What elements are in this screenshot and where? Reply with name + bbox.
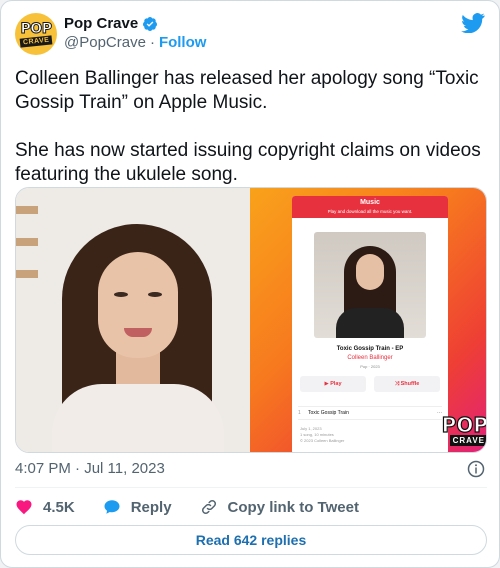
avatar-text-top: POP — [20, 21, 52, 37]
author-handle[interactable]: @PopCrave — [64, 34, 146, 51]
tweet-paragraph-1: Colleen Ballinger has released her apolo… — [15, 68, 479, 113]
portrait-top — [52, 384, 224, 452]
album-genre-year: Pop · 2023 — [360, 364, 380, 369]
reply-label: Reply — [130, 498, 172, 516]
apple-music-banner: Music Play and download all the music yo… — [292, 196, 448, 218]
author-handle-row: @PopCrave · Follow — [64, 34, 206, 51]
stair-decoration — [16, 206, 38, 214]
pop-crave-watermark: POP CRAVE — [441, 413, 487, 446]
verified-badge-icon — [143, 16, 158, 31]
watermark-text-top: POP — [441, 413, 487, 437]
album-art-body — [336, 308, 404, 338]
like-count: 4.5K — [43, 498, 75, 516]
album-title: Toxic Gossip Train - EP — [336, 346, 404, 352]
track-title: Toxic Gossip Train — [308, 410, 349, 416]
read-replies-button[interactable]: Read 642 replies — [15, 525, 487, 555]
avatar-text-bottom: CRAVE — [19, 35, 53, 48]
twitter-bird-icon[interactable] — [461, 13, 485, 33]
album-art-face — [356, 254, 384, 290]
copy-link-button[interactable]: Copy link to Tweet — [200, 498, 359, 516]
portrait-face — [98, 252, 178, 358]
author-name-row: Pop Crave — [64, 15, 158, 32]
handle-separator: · — [149, 34, 155, 51]
album-art — [314, 232, 426, 338]
divider — [15, 487, 487, 488]
tweet-paragraph-2: She has now started issuing copyright cl… — [15, 140, 481, 185]
reply-bubble-icon — [104, 500, 120, 514]
author-display-name[interactable]: Pop Crave — [64, 15, 138, 32]
info-icon[interactable] — [467, 460, 485, 478]
stair-decoration — [16, 238, 38, 246]
like-button[interactable]: 4.5K — [15, 498, 75, 516]
tweet-actions: 4.5K Reply Copy link to Tweet — [15, 497, 387, 517]
apple-music-brand: Music — [292, 196, 448, 208]
portrait-lips — [124, 328, 152, 337]
portrait-photo[interactable] — [16, 188, 250, 452]
portrait-eye — [148, 292, 162, 297]
reply-button[interactable]: Reply — [103, 498, 172, 516]
tweet-text: Colleen Ballinger has released her apolo… — [15, 67, 485, 187]
avatar[interactable]: POP CRAVE — [15, 13, 57, 55]
copy-link-label: Copy link to Tweet — [227, 498, 359, 516]
apple-music-brand-label: Music — [360, 199, 380, 206]
watermark-text-bottom: CRAVE — [449, 435, 486, 446]
heart-icon — [16, 500, 32, 515]
apple-music-card: Music Play and download all the music yo… — [292, 196, 448, 452]
tweet-media[interactable]: Music Play and download all the music yo… — [15, 187, 487, 453]
album-footer: July 1, 2023 1 song, 10 minutes © 2023 C… — [300, 426, 344, 444]
track-row: 1 Toxic Gossip Train ··· — [298, 406, 442, 420]
portrait-eye — [114, 292, 128, 297]
link-icon — [201, 499, 216, 515]
apple-music-screenshot[interactable]: Music Play and download all the music yo… — [250, 188, 487, 452]
copyright: © 2023 Colleen Ballinger — [300, 438, 345, 443]
shuffle-button: ⤨ Shuffle — [374, 376, 440, 392]
track-number: 1 — [298, 410, 301, 416]
play-button: ▶ Play — [300, 376, 366, 392]
apple-music-banner-subtitle: Play and download all the music you want… — [327, 209, 413, 214]
album-artist: Colleen Ballinger — [347, 355, 393, 361]
follow-link[interactable]: Follow — [159, 34, 207, 51]
stair-decoration — [16, 270, 38, 278]
tweet-timestamp[interactable]: 4:07 PM · Jul 11, 2023 — [15, 460, 165, 477]
tweet-card: POP CRAVE Pop Crave @PopCrave · Follow C… — [0, 0, 500, 568]
